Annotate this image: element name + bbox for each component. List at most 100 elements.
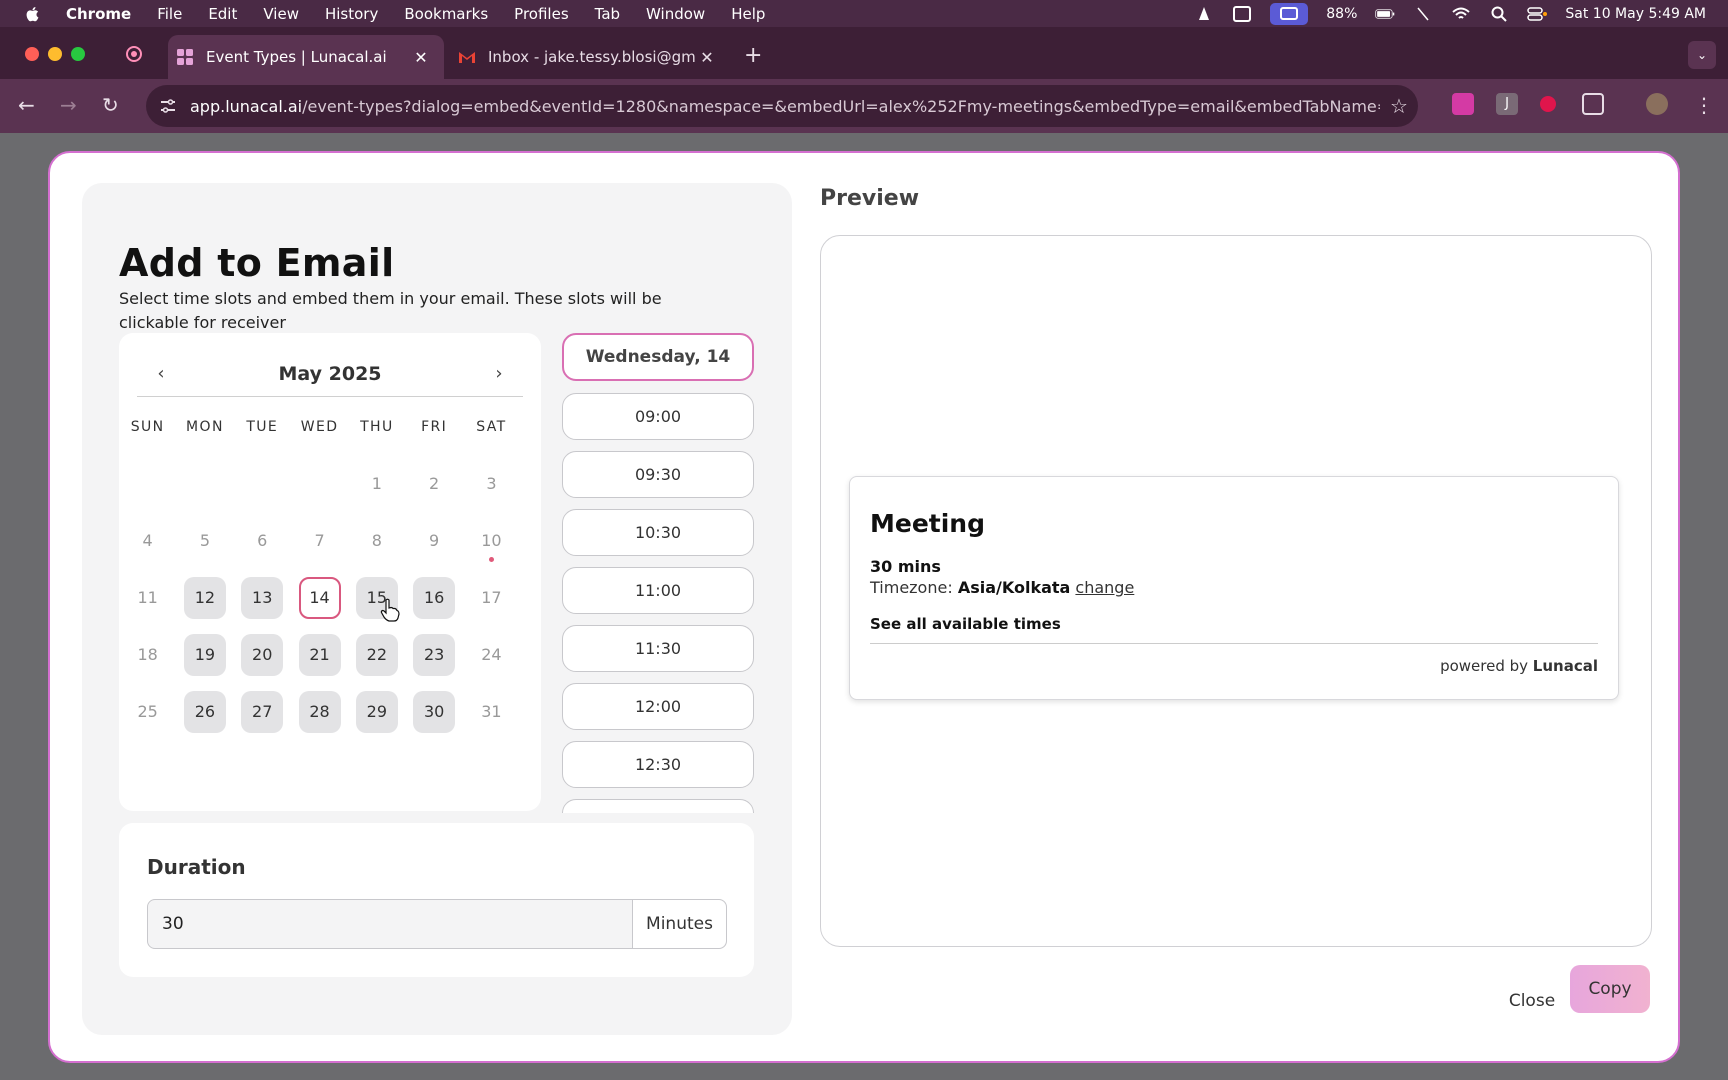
calendar-cell: 8 bbox=[348, 512, 405, 569]
battery-percent: 88% bbox=[1326, 5, 1358, 22]
time-slot-button[interactable]: 12:00 bbox=[562, 683, 754, 730]
chrome-menu-icon[interactable]: ⋮ bbox=[1694, 93, 1714, 117]
copy-button[interactable]: Copy bbox=[1570, 965, 1650, 1013]
menu-profiles[interactable]: Profiles bbox=[514, 5, 568, 23]
available-day[interactable]: 20 bbox=[241, 633, 284, 676]
tab-search-chevron-icon[interactable]: ⌄ bbox=[1688, 41, 1716, 69]
available-day[interactable]: 26 bbox=[183, 690, 226, 733]
back-arrow-icon[interactable]: ← bbox=[18, 93, 35, 117]
available-day[interactable]: 28 bbox=[298, 690, 341, 733]
duration-input[interactable]: 30 bbox=[148, 900, 632, 948]
calendar-week-row: 4 5 6 7 8 9 10 bbox=[119, 512, 541, 569]
next-month-chevron-icon[interactable]: › bbox=[487, 363, 511, 384]
selected-day[interactable]: 14 bbox=[298, 576, 341, 619]
menu-view[interactable]: View bbox=[263, 5, 299, 23]
calendar-cell bbox=[234, 455, 291, 512]
event-duration: 30 mins bbox=[870, 557, 941, 576]
unavailable-day: 25 bbox=[137, 702, 158, 721]
close-tab-icon[interactable]: ✕ bbox=[410, 48, 432, 67]
window-controls bbox=[25, 47, 85, 61]
available-day[interactable]: 21 bbox=[298, 633, 341, 676]
calendar-cell: 12 bbox=[176, 569, 233, 626]
menu-window[interactable]: Window bbox=[646, 5, 705, 23]
menu-history[interactable]: History bbox=[325, 5, 378, 23]
time-slot-button[interactable]: 10:30 bbox=[562, 509, 754, 556]
screen-share-icon[interactable] bbox=[1270, 2, 1309, 25]
menu-help[interactable]: Help bbox=[731, 5, 765, 23]
unavailable-day: 8 bbox=[371, 531, 382, 550]
powered-by: powered by Lunacal bbox=[1440, 657, 1598, 675]
extension-icon[interactable] bbox=[1452, 93, 1474, 115]
available-day[interactable]: 12 bbox=[183, 576, 226, 619]
weekday-header: SUN MON TUE WED THU FRI SAT bbox=[119, 419, 541, 435]
menu-tab[interactable]: Tab bbox=[595, 5, 620, 23]
close-button[interactable]: Close bbox=[1490, 977, 1574, 1025]
calendar-header: ‹ May 2025 › bbox=[137, 355, 523, 397]
spotlight-search-icon[interactable] bbox=[1489, 6, 1509, 22]
bookmark-star-icon[interactable]: ☆ bbox=[1380, 94, 1418, 118]
time-slot-button[interactable]: 11:00 bbox=[562, 567, 754, 614]
calendar-cell: 27 bbox=[234, 683, 291, 740]
available-day[interactable]: 16 bbox=[413, 576, 456, 619]
address-bar[interactable]: app.lunacal.ai/event-types?dialog=embed&… bbox=[146, 85, 1418, 127]
lunacal-icon bbox=[177, 49, 193, 65]
screen-mirror-icon[interactable] bbox=[1232, 5, 1252, 22]
time-slot-button[interactable]: 11:30 bbox=[562, 625, 754, 672]
unavailable-day: 7 bbox=[314, 531, 325, 550]
timezone-line: Timezone: Asia/Kolkata change bbox=[870, 578, 1134, 597]
maximize-window-button[interactable] bbox=[71, 47, 85, 61]
available-day[interactable]: 30 bbox=[413, 690, 456, 733]
event-title: Meeting bbox=[870, 509, 986, 538]
battery-icon[interactable] bbox=[1375, 6, 1395, 22]
available-day[interactable]: 22 bbox=[355, 633, 398, 676]
available-day[interactable]: 23 bbox=[413, 633, 456, 676]
see-all-times-link[interactable]: See all available times bbox=[870, 615, 1061, 633]
change-timezone-link[interactable]: change bbox=[1075, 578, 1134, 597]
extensions-puzzle-icon[interactable] bbox=[1582, 93, 1604, 115]
site-info-icon[interactable] bbox=[158, 96, 178, 116]
reload-icon[interactable]: ↻ bbox=[102, 93, 119, 117]
calendar-cell: 9 bbox=[405, 512, 462, 569]
duration-unit: Minutes bbox=[632, 900, 726, 948]
vlc-icon[interactable] bbox=[1194, 6, 1214, 22]
unavailable-day: 9 bbox=[429, 531, 440, 550]
menubar-clock[interactable]: Sat 10 May 5:49 AM bbox=[1565, 6, 1706, 22]
time-slot-button[interactable]: 09:30 bbox=[562, 451, 754, 498]
control-center-icon[interactable] bbox=[1527, 6, 1548, 22]
close-tab-icon[interactable]: ✕ bbox=[696, 48, 718, 67]
time-slot-button[interactable]: 09:00 bbox=[562, 393, 754, 440]
forward-arrow-icon[interactable]: → bbox=[60, 93, 77, 117]
available-day[interactable]: 27 bbox=[241, 690, 284, 733]
add-to-email-dialog: Add to Email Select time slots and embed… bbox=[48, 151, 1680, 1063]
menu-app-name[interactable]: Chrome bbox=[66, 5, 131, 23]
calendar-cell: 25 bbox=[119, 683, 176, 740]
available-day[interactable]: 29 bbox=[355, 690, 398, 733]
profile-avatar[interactable] bbox=[1646, 93, 1668, 115]
close-window-button[interactable] bbox=[25, 47, 39, 61]
extension-j-icon[interactable]: J bbox=[1496, 93, 1518, 115]
tab-event-types[interactable]: Event Types | Lunacal.ai ✕ bbox=[168, 35, 444, 79]
recording-icon[interactable] bbox=[126, 46, 142, 62]
new-tab-plus-icon[interactable]: + bbox=[744, 43, 762, 68]
time-slot-button[interactable] bbox=[562, 799, 754, 813]
selected-date-button[interactable]: Wednesday, 14 bbox=[562, 333, 754, 381]
minimize-window-button[interactable] bbox=[48, 47, 62, 61]
url-text[interactable]: app.lunacal.ai/event-types?dialog=embed&… bbox=[190, 97, 1380, 116]
menu-bookmarks[interactable]: Bookmarks bbox=[404, 5, 488, 23]
calendar-cell: 19 bbox=[176, 626, 233, 683]
preview-heading: Preview bbox=[820, 186, 920, 211]
weekday-label: TUE bbox=[246, 419, 279, 435]
record-extension-icon[interactable] bbox=[1540, 96, 1556, 112]
calendar-cell bbox=[176, 455, 233, 512]
menu-file[interactable]: File bbox=[157, 5, 182, 23]
time-slot-button[interactable]: 12:30 bbox=[562, 741, 754, 788]
wifi-icon[interactable] bbox=[1451, 6, 1471, 22]
bluetooth-off-icon[interactable] bbox=[1413, 6, 1433, 22]
tab-inbox[interactable]: Inbox - jake.tessy.blosi@gma ✕ bbox=[450, 35, 730, 79]
menu-edit[interactable]: Edit bbox=[208, 5, 237, 23]
available-day[interactable]: 13 bbox=[241, 576, 284, 619]
apple-icon[interactable] bbox=[24, 5, 42, 23]
available-day[interactable]: 19 bbox=[183, 633, 226, 676]
unavailable-day: 3 bbox=[486, 474, 497, 493]
unavailable-day: 31 bbox=[481, 702, 502, 721]
